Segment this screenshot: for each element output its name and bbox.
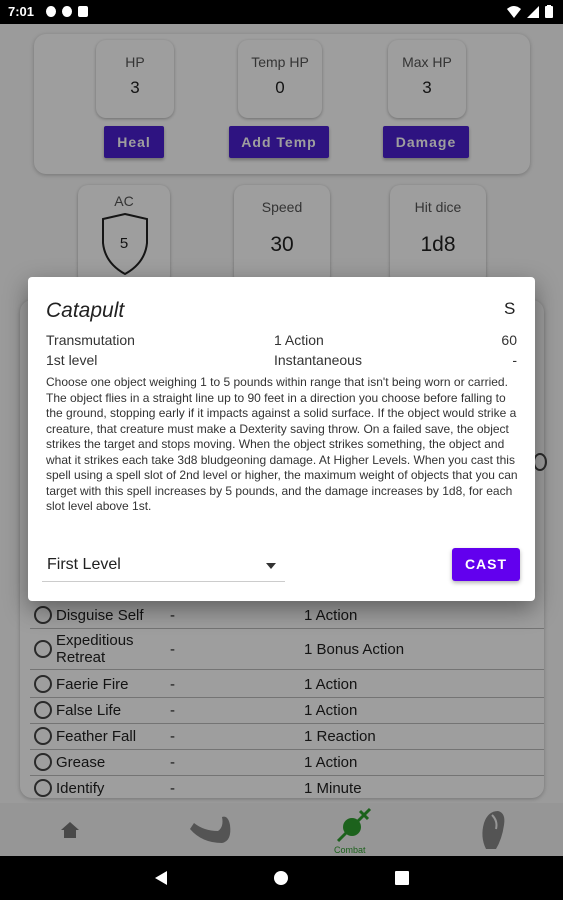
spell-dialog: Catapult S Transmutation 1 Action 60 1st… (28, 277, 535, 601)
notification-icon (46, 6, 56, 17)
spell-range: 60 (501, 332, 517, 348)
signal-icon (527, 5, 539, 18)
status-bar: 7:01 (0, 0, 563, 24)
recents-icon[interactable] (395, 871, 409, 885)
status-right (507, 5, 553, 18)
spell-level: 1st level (46, 352, 98, 368)
spell-title: Catapult (46, 299, 125, 322)
wifi-icon (507, 5, 521, 18)
status-time: 7:01 (8, 4, 35, 19)
spell-casting-time: 1 Action (274, 332, 324, 348)
battery-icon (545, 5, 553, 18)
home-button-icon[interactable] (274, 871, 288, 885)
notification-icon (62, 6, 72, 17)
spell-school: Transmutation (46, 332, 135, 348)
spell-duration: Instantaneous (274, 352, 362, 368)
cast-button[interactable]: CAST (452, 548, 520, 581)
system-navigation-bar (0, 856, 563, 900)
level-select[interactable]: First Level (42, 549, 285, 582)
level-select-value: First Level (47, 556, 121, 573)
spell-components: S (504, 299, 516, 318)
dropdown-arrow-icon (266, 563, 276, 569)
spell-description: Choose one object weighing 1 to 5 pounds… (46, 375, 518, 513)
back-icon[interactable] (154, 870, 168, 886)
sd-card-icon (78, 6, 88, 17)
spell-extra: - (512, 352, 517, 368)
